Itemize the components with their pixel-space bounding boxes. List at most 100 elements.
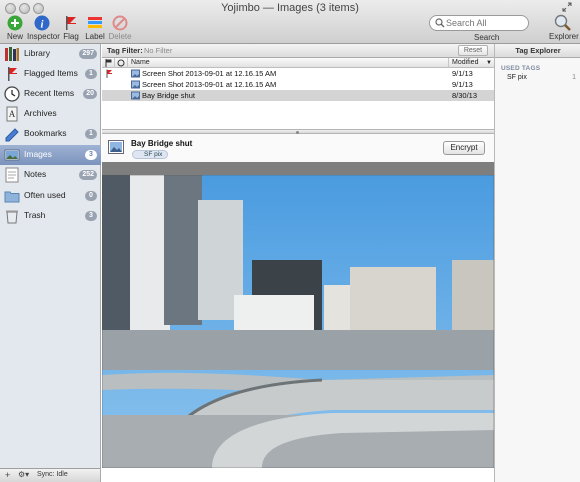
sort-arrow-icon: ▼ [486, 60, 492, 66]
tag-explorer-title: Tag Explorer [495, 44, 580, 58]
window-title: Yojimbo — Images (3 items) [221, 2, 359, 14]
tag-explorer-panel: Tag Explorer USED TAGS SF pix 1 [494, 44, 580, 482]
sidebar-item-flagged[interactable]: Flagged Items 1 [0, 64, 101, 84]
file-name: Screen Shot 2013-09-01 at 12.16.15 AM [142, 69, 277, 78]
list-item[interactable]: Screen Shot 2013-09-01 at 12.16.15 AM 9/… [102, 68, 494, 79]
info-icon: i [34, 15, 50, 31]
used-tags-heading: USED TAGS [501, 65, 541, 72]
modified-column-header[interactable]: Modified [452, 58, 478, 68]
search-icon [435, 18, 445, 28]
sidebar-item-label: Recent Items [24, 88, 75, 98]
sidebar-item-bookmarks[interactable]: Bookmarks 1 [0, 124, 101, 144]
bookmark-icon [5, 128, 19, 142]
sidebar-item-label: Images [24, 149, 52, 159]
new-label: New [6, 32, 23, 41]
column-separator [448, 58, 449, 68]
search-input[interactable] [446, 17, 526, 29]
sidebar-item-archives[interactable]: A Archives [0, 104, 101, 124]
sidebar: Library 297 Flagged Items 1 Recent Items… [0, 44, 101, 468]
fullscreen-icon[interactable] [562, 2, 572, 12]
count-badge: 20 [83, 89, 97, 99]
image-file-icon [131, 91, 140, 100]
sidebar-item-trash[interactable]: Trash 3 [0, 206, 101, 226]
new-button[interactable]: New [0, 15, 30, 41]
delete-label: Delete [108, 32, 132, 41]
sidebar-item-images[interactable]: Images 3 [0, 145, 101, 165]
count-badge: 297 [79, 49, 97, 59]
count-badge: 1 [85, 69, 97, 79]
detail-header: Bay Bridge shut SF pix [102, 134, 494, 162]
sidebar-item-notes[interactable]: Notes 252 [0, 165, 101, 185]
count-badge: 0 [85, 191, 97, 201]
tag-filter-label: Tag Filter: [107, 46, 143, 55]
label-column-icon[interactable] [117, 59, 125, 67]
file-name: Bay Bridge shut [142, 91, 195, 100]
magnifier-explorer-icon [554, 14, 571, 31]
image-preview [102, 162, 494, 468]
flag-icon [8, 67, 17, 81]
count-badge: 1 [85, 129, 97, 139]
column-separator [127, 58, 128, 68]
reset-button[interactable]: Reset [458, 45, 488, 56]
file-modified: 8/30/13 [452, 91, 478, 100]
item-title: Bay Bridge shut [131, 139, 193, 148]
name-column-header[interactable]: Name [131, 58, 150, 68]
folder-icon [4, 191, 20, 203]
delete-button[interactable]: Delete [105, 15, 135, 41]
sidebar-item-label: Flagged Items [24, 68, 78, 78]
count-badge: 252 [79, 170, 97, 180]
images-icon [4, 149, 20, 161]
tag-filter-bar: Tag Filter: No Filter Reset [102, 44, 494, 58]
flag-column-icon[interactable] [105, 59, 112, 67]
search-caption: Search [474, 33, 500, 42]
sidebar-item-often-used[interactable]: Often used 0 [0, 186, 101, 206]
add-collection-button[interactable]: + [5, 470, 10, 480]
list-header: Name Modified ▼ [102, 58, 494, 68]
inspector-button[interactable]: i Inspector [27, 15, 60, 41]
label-icon [88, 17, 102, 28]
delete-icon [112, 15, 128, 31]
sidebar-item-label: Often used [24, 190, 66, 200]
flag-icon [106, 69, 112, 78]
image-file-icon [131, 80, 140, 89]
sidebar-item-label: Archives [24, 108, 57, 118]
tag-token[interactable]: SF pix [132, 150, 169, 159]
encrypt-button[interactable]: Encrypt [443, 141, 485, 155]
sidebar-item-library[interactable]: Library 297 [0, 44, 101, 64]
sidebar-bottom-bar: + ⚙▾ Sync: Idle [0, 468, 101, 482]
notes-icon [5, 167, 19, 183]
trash-icon [6, 210, 18, 224]
file-modified: 9/1/13 [452, 80, 473, 89]
tag-filter-value[interactable]: No Filter [144, 46, 172, 55]
image-file-icon [108, 140, 124, 154]
clock-icon [4, 86, 20, 102]
list-item[interactable]: Bay Bridge shut 8/30/13 [102, 90, 494, 101]
explorer-button[interactable]: Explorer [549, 14, 579, 41]
flag-icon [66, 16, 76, 30]
tag-explorer-item[interactable]: SF pix [507, 74, 527, 81]
sidebar-item-label: Notes [24, 169, 47, 179]
tag-text: SF pix [144, 151, 163, 158]
explorer-label: Explorer [549, 32, 579, 41]
sidebar-item-label: Trash [24, 210, 46, 220]
count-badge: 3 [85, 150, 97, 160]
bay-bridge-photo [102, 175, 494, 468]
image-file-icon [131, 69, 140, 78]
sidebar-item-label: Library [24, 48, 50, 58]
inspector-label: Inspector [27, 32, 60, 41]
toolbar: Yojimbo — Images (3 items) New i Inspect… [0, 0, 580, 44]
tag-count: 1 [572, 74, 576, 81]
list-item[interactable]: Screen Shot 2013-09-01 at 12.16.15 AM 9/… [102, 79, 494, 90]
file-name: Screen Shot 2013-09-01 at 12.16.15 AM [142, 80, 277, 89]
sidebar-item-label: Bookmarks [24, 128, 67, 138]
svg-text:A: A [9, 109, 16, 119]
archive-icon: A [6, 106, 18, 122]
label-label: Label [85, 32, 105, 41]
title-bar: Yojimbo — Images (3 items) [0, 0, 580, 14]
search-field[interactable] [429, 15, 529, 31]
sidebar-item-recent[interactable]: Recent Items 20 [0, 84, 101, 104]
library-icon [5, 47, 19, 61]
column-separator [114, 58, 115, 68]
gear-menu-button[interactable]: ⚙▾ [18, 470, 29, 479]
plus-circle-icon [7, 15, 23, 31]
